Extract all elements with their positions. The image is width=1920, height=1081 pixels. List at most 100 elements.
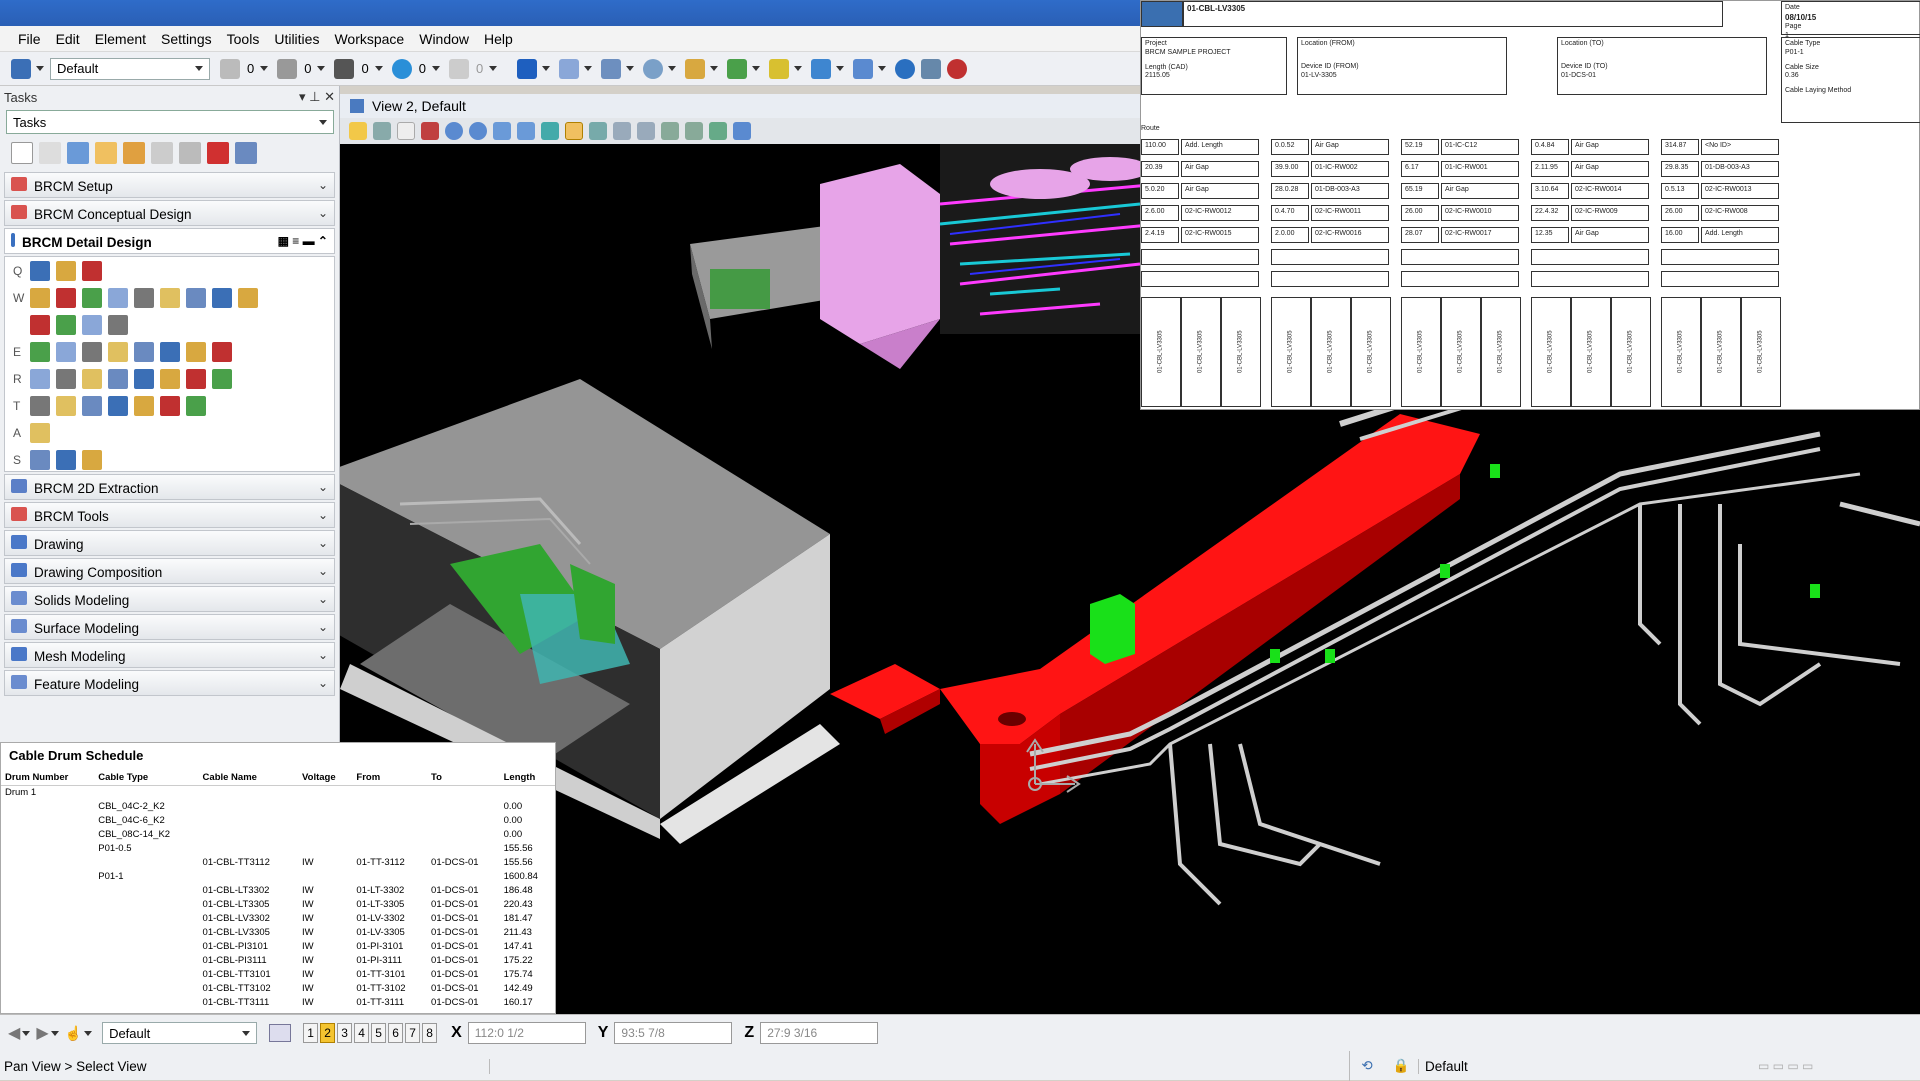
view-mode-icons[interactable]: ▦ ≡ ▬ ⌃ [278, 234, 328, 248]
brcm-tool-icon[interactable] [134, 287, 154, 308]
hand-icon[interactable] [95, 142, 117, 164]
lock-icon[interactable]: 🔒 [1384, 1058, 1418, 1074]
group-brcm-tools[interactable]: BRCM Tools ⌄ [4, 502, 335, 528]
brcm-tool-icon[interactable] [108, 341, 128, 362]
back-icon[interactable]: ◀ [8, 1023, 20, 1043]
brcm-tool-icon[interactable] [160, 341, 180, 362]
y-field[interactable]: 93:5 7/8 [614, 1022, 733, 1044]
brcm-tool-icon[interactable] [56, 395, 76, 416]
brcm-tool-icon[interactable] [134, 341, 154, 362]
walk-icon[interactable] [589, 122, 607, 140]
view-groups-icon[interactable] [269, 1024, 292, 1042]
menu-item-element[interactable]: Element [95, 31, 146, 47]
dropdown-icon[interactable]: ▾ [299, 89, 306, 104]
brcm-tool-icon[interactable] [108, 395, 128, 416]
view-button-6[interactable]: 6 [388, 1023, 404, 1043]
scale-icon[interactable] [151, 142, 173, 164]
transparency-icon[interactable] [448, 58, 469, 79]
measure-icon[interactable] [853, 58, 874, 79]
brcm-tool-icon[interactable] [30, 395, 50, 416]
raster-icon[interactable] [685, 58, 706, 79]
brcm-tool-icon[interactable] [82, 368, 102, 389]
brcm-tool-icon[interactable] [82, 449, 102, 470]
place-icon[interactable] [67, 142, 89, 164]
view-attributes-icon[interactable] [349, 122, 367, 140]
brcm-tool-icon[interactable] [30, 260, 50, 281]
delete-icon[interactable] [207, 142, 229, 164]
group-solids-modeling[interactable]: Solids Modeling ⌄ [4, 586, 335, 612]
brcm-tool-icon[interactable] [82, 314, 102, 335]
level-combo[interactable]: Default [102, 1022, 258, 1044]
brcm-tool-icon[interactable] [56, 287, 76, 308]
cloud-icon[interactable] [643, 58, 664, 79]
brcm-tool-icon[interactable] [30, 422, 50, 443]
view-button-8[interactable]: 8 [422, 1023, 438, 1043]
menu-item-window[interactable]: Window [419, 31, 469, 47]
pointer-icon[interactable]: ☝ [65, 1025, 82, 1042]
group-brcm-conceptual-design[interactable]: BRCM Conceptual Design ⌄ [4, 200, 335, 226]
brcm-tool-icon[interactable] [160, 395, 180, 416]
snap-icon[interactable] [811, 58, 832, 79]
next-view-icon[interactable] [637, 122, 655, 140]
clip-volume-icon[interactable] [661, 122, 679, 140]
fit-view-icon[interactable] [517, 122, 535, 140]
zoom-in-icon[interactable] [445, 122, 463, 140]
brcm-tool-icon[interactable] [108, 368, 128, 389]
clip-mask-icon[interactable] [685, 122, 703, 140]
x-field[interactable]: 112:0 1/2 [467, 1022, 586, 1044]
brcm-tool-icon[interactable] [30, 341, 50, 362]
brcm-tool-icon[interactable] [30, 368, 50, 389]
brcm-tool-icon[interactable] [30, 287, 50, 308]
move-icon[interactable] [179, 142, 201, 164]
brcm-tool-icon[interactable] [238, 287, 258, 308]
brcm-tool-icon[interactable] [212, 287, 232, 308]
no-entry-icon[interactable] [947, 58, 968, 79]
menu-item-utilities[interactable]: Utilities [274, 31, 319, 47]
brcm-tool-icon[interactable] [82, 260, 102, 281]
group-feature-modeling[interactable]: Feature Modeling ⌄ [4, 670, 335, 696]
z-field[interactable]: 27:9 3/16 [760, 1022, 879, 1044]
brcm-tool-icon[interactable] [56, 368, 76, 389]
lighting-icon[interactable] [397, 122, 415, 140]
line-weight-icon[interactable] [334, 58, 355, 79]
group-surface-modeling[interactable]: Surface Modeling ⌄ [4, 614, 335, 640]
brcm-tool-icon[interactable] [56, 449, 76, 470]
brcm-tool-icon[interactable] [186, 287, 206, 308]
menu-item-workspace[interactable]: Workspace [334, 31, 404, 47]
fence-icon[interactable] [39, 142, 61, 164]
pin-icon[interactable]: ⊥ [309, 89, 320, 104]
brcm-tool-icon[interactable] [30, 449, 50, 470]
info-icon[interactable] [895, 58, 916, 79]
group-drawing[interactable]: Drawing ⌄ [4, 530, 335, 556]
tasks-combo[interactable]: Tasks [6, 110, 334, 134]
brcm-tool-icon[interactable] [186, 368, 206, 389]
color-icon[interactable] [391, 58, 412, 79]
rotate-icon[interactable] [541, 122, 559, 140]
group-mesh-modeling[interactable]: Mesh Modeling ⌄ [4, 642, 335, 668]
line-style-icon[interactable] [277, 58, 298, 79]
menu-item-edit[interactable]: Edit [56, 31, 80, 47]
forward-icon[interactable]: ▶ [36, 1023, 48, 1043]
brcm-tool-icon[interactable] [186, 341, 206, 362]
group-drawing-composition[interactable]: Drawing Composition ⌄ [4, 558, 335, 584]
group-brcm-detail-design[interactable]: BRCM Detail Design ▦ ≡ ▬ ⌃ [4, 228, 335, 254]
group-brcm-setup[interactable]: BRCM Setup ⌄ [4, 172, 335, 198]
brcm-tool-icon[interactable] [160, 368, 180, 389]
level-icon[interactable] [220, 58, 240, 79]
active-model[interactable]: Default [1418, 1058, 1758, 1074]
stack-icon[interactable] [769, 58, 790, 79]
brcm-tool-icon[interactable] [134, 368, 154, 389]
menu-item-tools[interactable]: Tools [227, 31, 260, 47]
view-button-4[interactable]: 4 [354, 1023, 370, 1043]
brcm-tool-icon[interactable] [82, 287, 102, 308]
menu-item-help[interactable]: Help [484, 31, 513, 47]
display-style-icon[interactable] [373, 122, 391, 140]
render-icon[interactable] [733, 122, 751, 140]
brcm-tool-icon[interactable] [56, 260, 76, 281]
layers-icon[interactable] [727, 58, 748, 79]
copy-icon[interactable] [559, 58, 580, 79]
brcm-tool-icon[interactable] [212, 341, 232, 362]
view-button-5[interactable]: 5 [371, 1023, 387, 1043]
close-icon[interactable]: ✕ [324, 89, 335, 104]
view-button-2[interactable]: 2 [320, 1023, 336, 1043]
